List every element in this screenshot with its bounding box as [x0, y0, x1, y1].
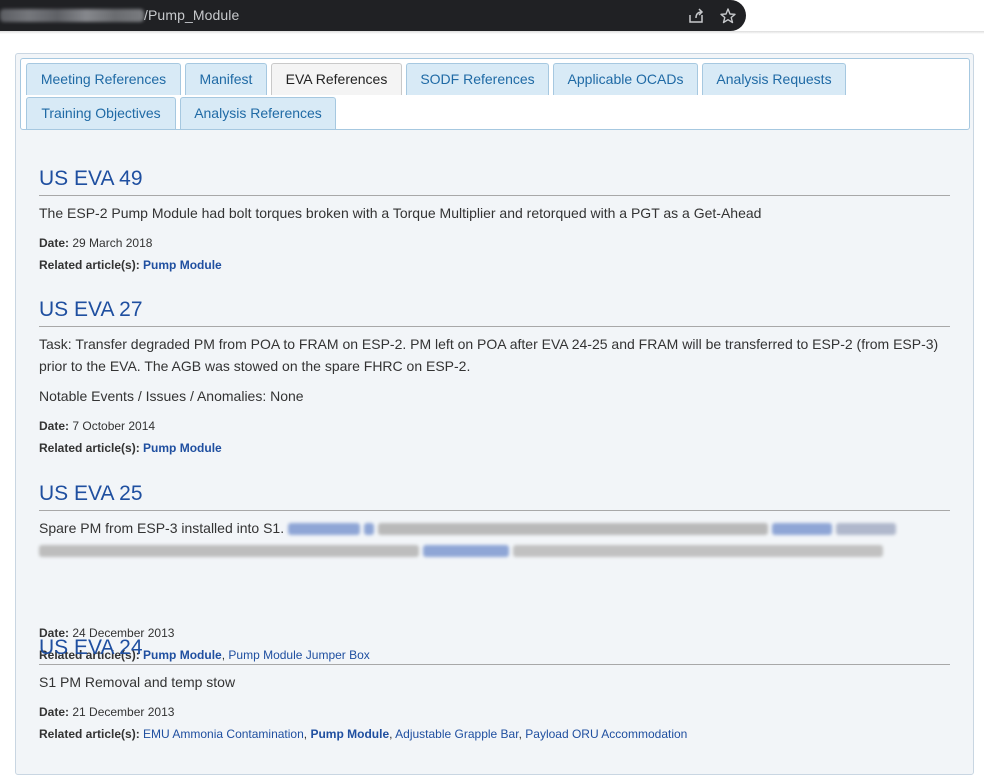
- eva-description: S1 PM Removal and temp stow: [39, 674, 236, 690]
- related-link-pump-module[interactable]: Pump Module: [310, 727, 389, 741]
- redacted-text: [512, 545, 883, 558]
- related-link-payload-oru-accommodation[interactable]: Payload ORU Accommodation: [525, 727, 687, 741]
- redacted-text: [835, 523, 896, 536]
- redacted-link: [422, 545, 509, 558]
- redacted-link: [363, 523, 374, 536]
- title-divider: [39, 195, 950, 196]
- eva-title: US EVA 49: [39, 167, 143, 190]
- address-bar[interactable]: /Pump_Module: [0, 0, 746, 31]
- eva-description: Task: Transfer degraded PM from POA to F…: [39, 336, 939, 374]
- redacted-link: [288, 523, 360, 536]
- separator: ,: [389, 727, 393, 741]
- tab-analysis-requests[interactable]: Analysis Requests: [702, 63, 846, 95]
- related-link-emu-ammonia-contamination[interactable]: EMU Ammonia Contamination: [143, 727, 304, 741]
- url-path: /Pump_Module: [144, 7, 240, 23]
- eva-related-articles: Related article(s): EMU Ammonia Contamin…: [39, 726, 687, 742]
- eva-notable-events: Notable Events / Issues / Anomalies: Non…: [39, 388, 304, 404]
- related-link-adjustable-grapple-bar[interactable]: Adjustable Grapple Bar: [395, 727, 518, 741]
- related-label: Related article(s):: [39, 727, 140, 741]
- separator: ,: [518, 727, 522, 741]
- eva-title: US EVA 27: [39, 298, 143, 321]
- redacted-text: [39, 545, 419, 558]
- title-divider: [39, 510, 950, 511]
- tab-eva-references[interactable]: EVA References: [271, 63, 402, 95]
- redacted-text: [377, 523, 768, 536]
- date-value: 7 October 2014: [72, 419, 156, 433]
- separator: ,: [221, 648, 226, 662]
- tab-applicable-ocads[interactable]: Applicable OCADs: [553, 63, 698, 95]
- eva-description: The ESP-2 Pump Module had bolt torques b…: [39, 205, 762, 221]
- tab-analysis-references[interactable]: Analysis References: [180, 97, 336, 129]
- date-label: Date:: [39, 705, 70, 719]
- eva-related-articles: Related article(s): Pump Module: [39, 440, 222, 456]
- redacted-link: [771, 523, 832, 536]
- share-icon[interactable]: [687, 7, 705, 25]
- date-value: 29 March 2018: [72, 236, 153, 250]
- eva-date: Date: 21 December 2013: [39, 704, 174, 720]
- separator: ,: [303, 727, 308, 741]
- toolbar-shadow: [0, 31, 984, 34]
- title-divider: [39, 326, 950, 327]
- eva-date: Date: 7 October 2014: [39, 418, 155, 434]
- eva-description: Spare PM from ESP-3 installed into S1.: [39, 517, 944, 561]
- eva-related-articles: Related article(s): Pump Module: [39, 257, 222, 273]
- tab-strip: Meeting References Manifest EVA Referenc…: [20, 58, 970, 130]
- date-value: 21 December 2013: [72, 705, 175, 719]
- date-label: Date:: [39, 419, 70, 433]
- related-link-pump-module-jumper-box[interactable]: Pump Module Jumper Box: [228, 648, 369, 662]
- date-label: Date:: [39, 236, 70, 250]
- related-link-pump-module[interactable]: Pump Module: [143, 648, 222, 662]
- related-link-pump-module[interactable]: Pump Module: [143, 441, 222, 455]
- tab-training-objectives[interactable]: Training Objectives: [26, 97, 176, 129]
- bookmark-star-icon[interactable]: [719, 7, 737, 25]
- redacted-url-host: [0, 9, 144, 22]
- browser-toolbar: /Pump_Module: [0, 0, 984, 34]
- eva-title: US EVA 25: [39, 482, 143, 505]
- related-label: Related article(s):: [39, 258, 140, 272]
- tab-sodf-references[interactable]: SODF References: [406, 63, 549, 95]
- eva-date: Date: 29 March 2018: [39, 235, 152, 251]
- tab-meeting-references[interactable]: Meeting References: [26, 63, 181, 95]
- title-divider: [39, 664, 950, 665]
- related-link-pump-module[interactable]: Pump Module: [143, 258, 222, 272]
- tab-manifest[interactable]: Manifest: [185, 63, 267, 95]
- related-label: Related article(s):: [39, 441, 140, 455]
- description-text: Spare PM from ESP-3 installed into S1.: [39, 520, 285, 536]
- content-panel: Meeting References Manifest EVA Referenc…: [15, 53, 974, 775]
- eva-title: US EVA 24: [39, 636, 143, 659]
